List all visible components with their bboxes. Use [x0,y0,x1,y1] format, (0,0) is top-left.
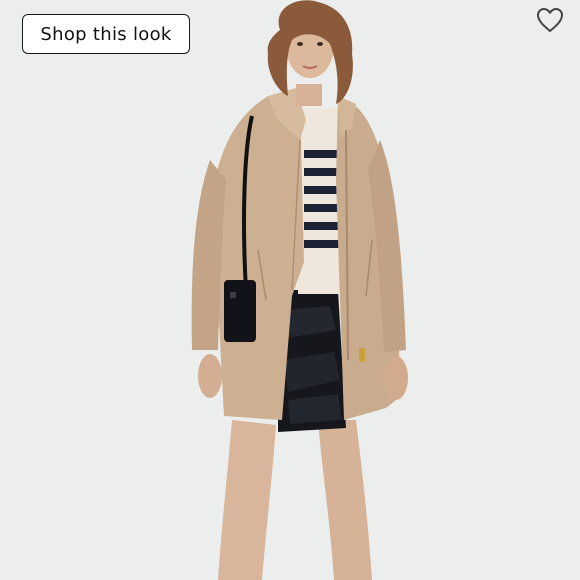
zipper-pull [359,348,365,362]
product-photo [0,0,580,580]
shop-this-look-label: Shop this look [40,23,172,45]
heart-outline-icon [537,8,563,32]
favorite-button[interactable] [535,6,565,34]
product-image-card: Shop this look [0,0,580,580]
shop-this-look-button[interactable]: Shop this look [22,14,190,54]
